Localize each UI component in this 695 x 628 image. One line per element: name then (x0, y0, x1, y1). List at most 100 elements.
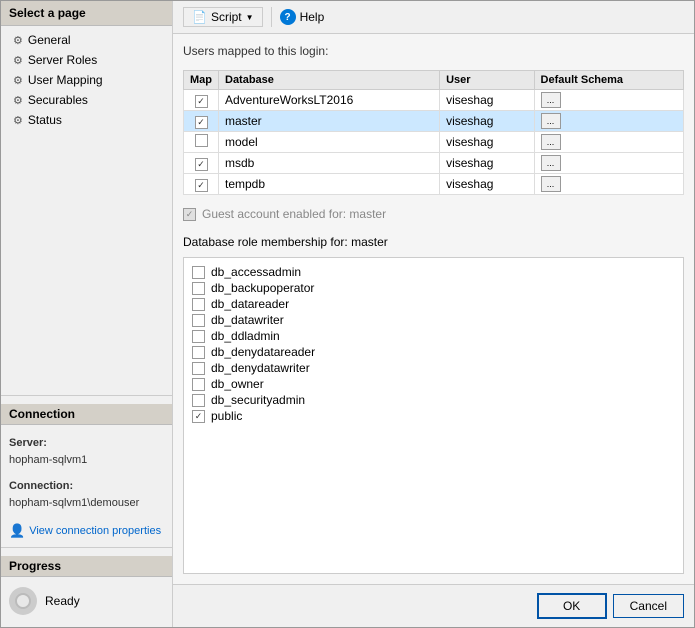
sidebar-item-securables[interactable]: ⚙ Securables (1, 90, 172, 110)
database-cell: AdventureWorksLT2016 (219, 90, 440, 111)
table-header-row: Map Database User Default Schema (184, 71, 684, 90)
left-panel: Select a page ⚙ General ⚙ Server Roles ⚙… (1, 1, 173, 627)
role-label: db_datawriter (211, 313, 284, 327)
help-icon: ? (280, 9, 296, 25)
col-header-user: User (440, 71, 534, 90)
cancel-button[interactable]: Cancel (613, 594, 684, 618)
guest-account-checkbox[interactable] (183, 208, 196, 221)
col-header-schema: Default Schema (534, 71, 683, 90)
schema-ellipsis-button[interactable]: ... (541, 134, 561, 150)
role-label: db_ddladmin (211, 329, 280, 343)
role-checkbox[interactable] (192, 330, 205, 343)
role-checkbox[interactable] (192, 346, 205, 359)
role-checkbox[interactable] (192, 282, 205, 295)
map-checkbox[interactable] (195, 134, 208, 147)
user-cell: viseshag (440, 174, 534, 195)
securables-icon: ⚙ (13, 94, 23, 107)
table-row[interactable]: masterviseshag... (184, 111, 684, 132)
schema-ellipsis-button[interactable]: ... (541, 113, 561, 129)
map-checkbox[interactable] (195, 179, 208, 192)
schema-ellipsis-button[interactable]: ... (541, 176, 561, 192)
users-mapped-label: Users mapped to this login: (183, 44, 684, 58)
script-dropdown-icon: ▼ (246, 13, 254, 22)
db-role-item[interactable]: public (190, 408, 677, 424)
role-checkbox[interactable] (192, 298, 205, 311)
script-button[interactable]: 📄 Script ▼ (183, 7, 263, 27)
db-role-label: Database role membership for: master (183, 235, 684, 249)
sidebar-item-label-server-roles: Server Roles (28, 53, 97, 67)
connection-title: Connection (1, 404, 172, 425)
schema-cell: ... (534, 90, 683, 111)
progress-spinner (9, 587, 37, 615)
connection-label: Connection: (9, 478, 164, 496)
script-icon: 📄 (192, 10, 207, 24)
table-row[interactable]: modelviseshag... (184, 132, 684, 153)
user-cell: viseshag (440, 90, 534, 111)
bottom-bar: OK Cancel (173, 584, 694, 627)
role-checkbox[interactable] (192, 394, 205, 407)
role-label: db_backupoperator (211, 281, 314, 295)
db-role-item[interactable]: db_datawriter (190, 312, 677, 328)
role-checkbox[interactable] (192, 266, 205, 279)
db-role-item[interactable]: db_securityadmin (190, 392, 677, 408)
user-cell: viseshag (440, 111, 534, 132)
role-checkbox[interactable] (192, 410, 205, 423)
database-cell: master (219, 111, 440, 132)
sidebar-item-status[interactable]: ⚙ Status (1, 110, 172, 130)
schema-ellipsis-button[interactable]: ... (541, 155, 561, 171)
sidebar-item-user-mapping[interactable]: ⚙ User Mapping (1, 70, 172, 90)
db-role-item[interactable]: db_datareader (190, 296, 677, 312)
schema-cell: ... (534, 132, 683, 153)
schema-cell: ... (534, 111, 683, 132)
help-label: Help (300, 10, 325, 24)
status-icon: ⚙ (13, 114, 23, 127)
map-cell (184, 132, 219, 153)
server-icon: ⚙ (13, 54, 23, 67)
progress-content: Ready (9, 583, 164, 619)
map-checkbox[interactable] (195, 158, 208, 171)
table-row[interactable]: msdbviseshag... (184, 153, 684, 174)
role-label: db_datareader (211, 297, 289, 311)
db-role-item[interactable]: db_accessadmin (190, 264, 677, 280)
db-role-item[interactable]: db_denydatareader (190, 344, 677, 360)
table-row[interactable]: AdventureWorksLT2016viseshag... (184, 90, 684, 111)
role-label: db_denydatawriter (211, 361, 310, 375)
wrench-icon: ⚙ (13, 34, 23, 47)
server-value: hopham-sqlvm1 (9, 454, 87, 466)
map-cell (184, 174, 219, 195)
view-connection-link[interactable]: 👤 View connection properties (9, 523, 164, 539)
connection-info: Server: hopham-sqlvm1 (9, 431, 164, 474)
map-checkbox[interactable] (195, 116, 208, 129)
db-role-box: db_accessadmindb_backupoperator db_datare… (183, 257, 684, 574)
role-checkbox[interactable] (192, 362, 205, 375)
db-role-item[interactable]: db_denydatawriter (190, 360, 677, 376)
role-label: db_owner (211, 377, 264, 391)
guest-account-label: Guest account enabled for: master (202, 207, 386, 221)
user-mapping-icon: ⚙ (13, 74, 23, 87)
col-header-map: Map (184, 71, 219, 90)
database-cell: msdb (219, 153, 440, 174)
progress-title: Progress (1, 556, 172, 577)
view-link-label: View connection properties (29, 525, 161, 537)
role-checkbox[interactable] (192, 378, 205, 391)
db-role-item[interactable]: db_ddladmin (190, 328, 677, 344)
help-button[interactable]: ? Help (280, 9, 325, 25)
sidebar-item-label-securables: Securables (28, 93, 88, 107)
connection-value: hopham-sqlvm1\demouser (9, 497, 139, 509)
db-role-item[interactable]: db_owner (190, 376, 677, 392)
role-checkbox[interactable] (192, 314, 205, 327)
schema-ellipsis-button[interactable]: ... (541, 92, 561, 108)
sidebar-item-general[interactable]: ⚙ General (1, 30, 172, 50)
role-label: db_denydatareader (211, 345, 315, 359)
guest-account-row: Guest account enabled for: master (183, 203, 684, 225)
map-checkbox[interactable] (195, 95, 208, 108)
db-role-item[interactable]: db_backupoperator (190, 280, 677, 296)
ok-button[interactable]: OK (537, 593, 607, 619)
nav-list: ⚙ General ⚙ Server Roles ⚙ User Mapping … (1, 26, 172, 134)
progress-status: Ready (45, 594, 80, 608)
map-cell (184, 153, 219, 174)
table-row[interactable]: tempdbviseshag... (184, 174, 684, 195)
content-area: Users mapped to this login: Map Database… (173, 34, 694, 584)
sidebar-item-server-roles[interactable]: ⚙ Server Roles (1, 50, 172, 70)
connection-string-info: Connection: hopham-sqlvm1\demouser (9, 474, 164, 517)
